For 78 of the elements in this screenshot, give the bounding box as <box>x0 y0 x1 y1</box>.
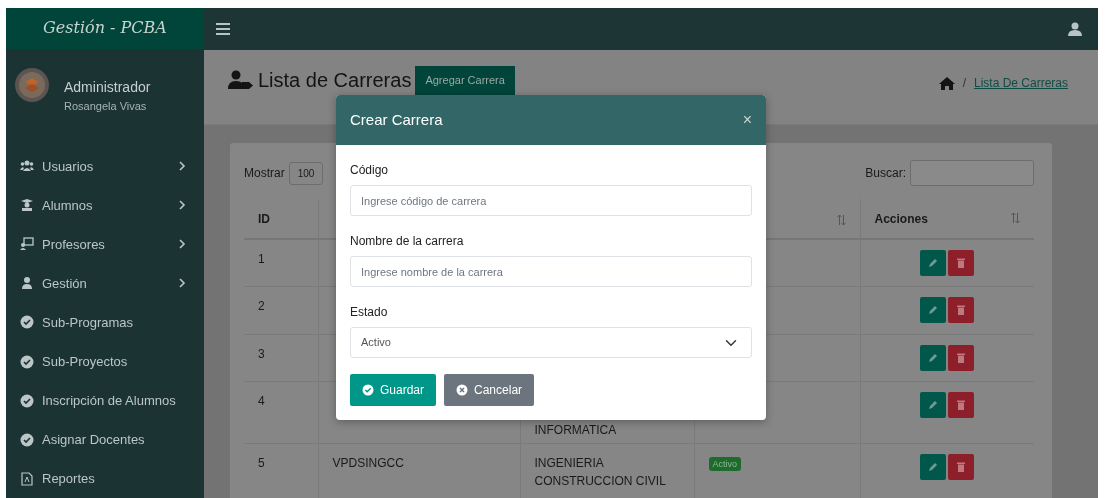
table-cell-text: INFORMATICA <box>534 422 618 439</box>
table-cell: 2 <box>258 299 265 313</box>
input-field[interactable]: Ingrese nombre de la carrera <box>350 256 752 287</box>
delete-button[interactable] <box>948 345 975 371</box>
user-role: Administrador <box>64 77 151 97</box>
sidebar-item[interactable]: Alumnos <box>42 195 171 216</box>
page-size-select[interactable]: 100 <box>288 161 324 185</box>
field-label: Código <box>350 162 390 179</box>
student-icon <box>20 198 34 213</box>
check-circle-icon <box>362 384 374 396</box>
pencil-icon <box>928 400 939 410</box>
field-label: Nombre de la carrera <box>350 233 465 250</box>
table-cell: 4 <box>258 394 265 408</box>
user-icon[interactable] <box>1068 22 1082 36</box>
check-circle-icon <box>20 432 34 447</box>
delete-button[interactable] <box>948 454 975 480</box>
status-select[interactable]: Activo <box>350 327 752 358</box>
teacher-board-icon <box>20 237 34 252</box>
cancel-button[interactable]: Cancelar <box>444 374 535 406</box>
brand-logo[interactable]: Gestión - PCBA <box>6 8 204 49</box>
sidebar-item[interactable]: Usuarios <box>42 156 171 177</box>
sidebar-item[interactable]: Asignar Docentes <box>42 429 186 450</box>
home-icon[interactable] <box>938 76 955 90</box>
modal-title: Crear Carrera <box>350 111 443 129</box>
avatar-logo-icon <box>14 66 50 103</box>
add-career-button[interactable]: Agregar Carrera <box>415 66 515 95</box>
document-icon <box>20 471 34 486</box>
breadcrumb-separator: / <box>962 75 966 92</box>
search-label: Buscar: <box>865 165 906 182</box>
trash-icon <box>957 305 966 315</box>
edit-button[interactable] <box>920 345 947 371</box>
pencil-icon <box>928 258 939 268</box>
trash-icon <box>957 462 966 472</box>
pencil-icon <box>928 462 939 472</box>
check-circle-icon <box>20 393 34 408</box>
users-icon <box>20 159 34 174</box>
table-cell: 1 <box>258 252 265 266</box>
field-label: Estado <box>350 304 389 321</box>
close-button[interactable]: × <box>740 108 754 132</box>
table-cell-text: INGENIERIA CONSTRUCCION CIVIL <box>534 455 667 490</box>
edit-button[interactable] <box>920 250 947 276</box>
sidebar-item[interactable]: Reportes <box>42 468 186 489</box>
status-badge: Activo <box>708 457 741 471</box>
edit-button[interactable] <box>920 392 947 418</box>
close-circle-icon <box>456 384 469 396</box>
check-circle-icon <box>20 354 34 369</box>
pencil-icon <box>928 305 939 315</box>
sidebar-item[interactable]: Gestión <box>42 273 171 294</box>
column-header[interactable]: ID <box>258 211 270 226</box>
check-circle-icon <box>20 315 34 330</box>
sidebar-item[interactable]: Inscripción de Alumnos <box>42 390 186 411</box>
trash-icon <box>957 400 966 410</box>
search-field[interactable] <box>910 160 1034 186</box>
column-header[interactable]: Acciones <box>874 211 928 226</box>
sidebar-item[interactable]: Profesores <box>42 234 171 255</box>
menu-icon[interactable] <box>216 23 230 35</box>
sidebar-item[interactable]: Sub-Programas <box>42 312 186 333</box>
edit-button[interactable] <box>920 297 947 323</box>
user-tag-icon <box>228 70 254 91</box>
input-field[interactable]: Ingrese código de carrera <box>350 185 752 216</box>
edit-button[interactable] <box>920 454 947 480</box>
sort-icon[interactable] <box>836 215 846 225</box>
page-title: Lista de Carreras <box>258 68 412 93</box>
save-button[interactable]: Guardar <box>350 374 437 406</box>
trash-icon <box>957 258 966 268</box>
table-cell: VPDSINGCC <box>332 456 404 470</box>
sidebar-item[interactable]: Sub-Proyectos <box>42 351 186 372</box>
user-name: Rosangela Vivas <box>64 98 148 114</box>
show-label: Mostrar <box>244 165 285 182</box>
pencil-icon <box>928 353 939 363</box>
table-cell: 5 <box>258 456 265 470</box>
delete-button[interactable] <box>948 392 975 418</box>
delete-button[interactable] <box>948 250 975 276</box>
delete-button[interactable] <box>948 297 975 323</box>
sort-icon[interactable] <box>1011 212 1020 223</box>
person-icon <box>20 276 34 291</box>
table-cell: 3 <box>258 347 265 361</box>
trash-icon <box>957 353 966 363</box>
